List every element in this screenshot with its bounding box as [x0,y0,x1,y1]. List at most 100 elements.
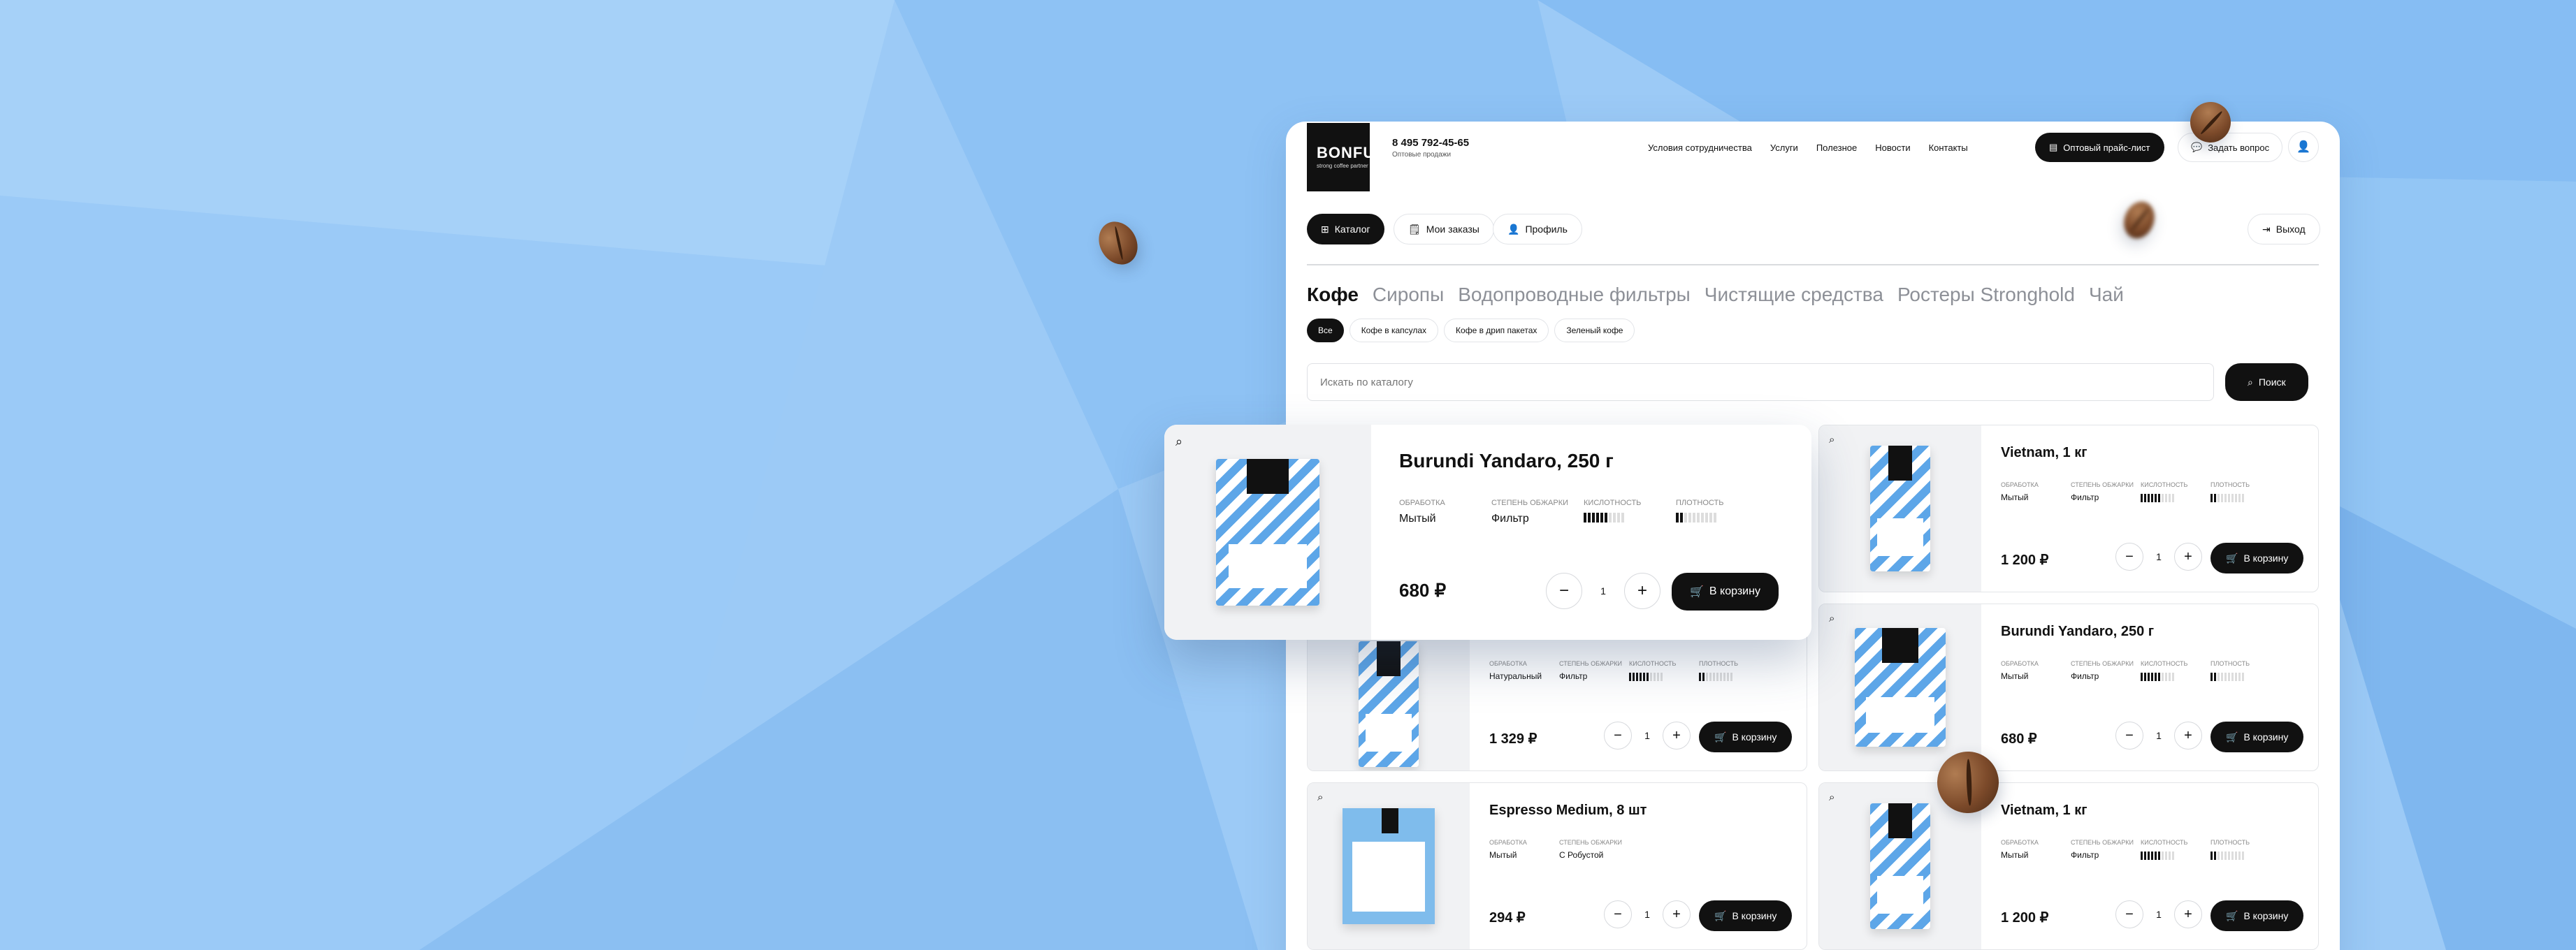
density-bar [1676,513,1768,522]
subcategory-chips: Все Кофе в капсулах Кофе в дрип пакетах … [1307,319,1635,342]
tab-orders-label: Мои заказы [1426,224,1479,235]
product-price: 294 ₽ [1489,910,1526,926]
minus-icon[interactable]: − [2115,543,2143,571]
quantity-stepper: − 1 + [2115,722,2202,750]
product-image[interactable] [1819,425,1981,592]
zoom-icon[interactable]: ⌕ [1829,613,1835,624]
product-card[interactable]: ⌕ Burundi Yandaro, 250 г ОБРАБОТКА Мытый … [1818,604,2319,771]
cart-icon: 🛒 [2226,909,2238,921]
plus-icon[interactable]: + [2174,900,2202,928]
attr-processing: ОБРАБОТКА Натуральный [1489,660,1542,681]
product-image[interactable] [1819,604,1981,770]
quantity-value[interactable]: 1 [1642,909,1653,920]
product-card[interactable]: ⌕ Espresso Medium, 8 шт ОБРАБОТКА Мытый С… [1307,782,1807,950]
category-tabs: Кофе Сиропы Водопроводные фильтры Чистящ… [1307,284,2124,306]
chip-capsules[interactable]: Кофе в капсулах [1349,319,1439,342]
quantity-value[interactable]: 1 [2153,551,2164,562]
tab-catalog[interactable]: ⊞ Каталог [1307,214,1384,244]
chip-drip-bags[interactable]: Кофе в дрип пакетах [1444,319,1549,342]
attr-roast: СТЕПЕНЬ ОБЖАРКИ Фильтр [2071,660,2134,681]
attr-density: ПЛОТНОСТЬ [2210,660,2280,681]
brand-logo[interactable]: BONFUSE strong coffee partner [1307,123,1396,191]
search-button-label: Поиск [2258,377,2286,388]
category-cleaning[interactable]: Чистящие средства [1705,284,1883,306]
attr-roast: СТЕПЕНЬ ОБЖАРКИ Фильтр [2071,839,2134,860]
plus-icon[interactable]: + [1624,573,1660,609]
quantity-value[interactable]: 1 [1598,585,1609,597]
add-to-cart-button[interactable]: 🛒 В корзину [1699,722,1793,752]
cart-icon: 🛒 [2226,731,2238,743]
quantity-value[interactable]: 1 [2153,730,2164,741]
ask-question-button[interactable]: 💬 Задать вопрос [2178,133,2283,162]
featured-product-card[interactable]: ⌕ Burundi Yandaro, 250 г ОБРАБОТКА Мытый … [1164,425,1811,640]
tab-orders[interactable]: 🗒 Мои заказы [1394,214,1494,244]
add-to-cart-button[interactable]: 🛒 В корзину [1672,573,1779,611]
plus-icon[interactable]: + [2174,722,2202,750]
category-syrups[interactable]: Сиропы [1373,284,1444,306]
quantity-value[interactable]: 1 [2153,909,2164,920]
add-to-cart-button[interactable]: 🛒 В корзину [2210,543,2304,573]
zoom-icon[interactable]: ⌕ [1317,791,1323,803]
category-roasters[interactable]: Ростеры Stronghold [1897,284,2075,306]
attr-roast: СТЕПЕНЬ ОБЖАРКИ Фильтр [1559,660,1623,681]
product-image[interactable] [1308,783,1470,949]
product-attributes: ОБРАБОТКА Мытый СТЕПЕНЬ ОБЖАРКИ Фильтр КИС… [1399,499,1768,525]
attr-acidity: КИСЛОТНОСТЬ [2141,839,2210,860]
attr-roast: СТЕПЕНЬ ОБЖАРКИ С Робустой [1559,839,1623,860]
user-button[interactable]: 👤 [2288,131,2319,162]
zoom-icon[interactable]: ⌕ [1175,434,1182,449]
attr-processing: ОБРАБОТКА Мытый [1489,839,1527,860]
category-coffee[interactable]: Кофе [1307,284,1359,306]
add-to-cart-button[interactable]: 🛒 В корзину [2210,900,2304,931]
add-to-cart-button[interactable]: 🛒 В корзину [2210,722,2304,752]
nav-item-services[interactable]: Услуги [1770,142,1798,153]
divider [1307,264,2319,265]
attr-roast: СТЕПЕНЬ ОБЖАРКИ Фильтр [1491,499,1569,525]
product-price: 680 ₽ [1399,580,1447,601]
chat-icon: 💬 [2191,142,2203,152]
tab-catalog-label: Каталог [1334,224,1370,235]
zoom-icon[interactable]: ⌕ [1829,791,1835,803]
pricelist-icon: ▤ [2049,142,2058,152]
tab-profile[interactable]: 👤 Профиль [1493,214,1582,244]
minus-icon[interactable]: − [1604,722,1632,750]
pricelist-button[interactable]: ▤ Оптовый прайс-лист [2035,133,2164,162]
nav-item-contacts[interactable]: Контакты [1929,142,1968,153]
nav-item-useful[interactable]: Полезное [1816,142,1857,153]
density-bar [1699,673,1769,681]
add-to-cart-button[interactable]: 🛒 В корзину [1699,900,1793,931]
density-bar [2210,673,2280,681]
product-card[interactable]: ⌕ Vietnam, 1 кг ОБРАБОТКА Мытый СТЕПЕНЬ О… [1818,782,2319,950]
minus-icon[interactable]: − [2115,900,2143,928]
search-button[interactable]: ⌕ Поиск [2225,363,2308,401]
zoom-icon[interactable]: ⌕ [1829,434,1835,446]
logout-button[interactable]: ⇥ Выход [2248,214,2320,244]
attr-roast: СТЕПЕНЬ ОБЖАРКИ Фильтр [2071,481,2134,502]
quantity-stepper: − 1 + [1546,573,1660,609]
plus-icon[interactable]: + [1663,722,1691,750]
plus-icon[interactable]: + [2174,543,2202,571]
product-image[interactable] [1164,425,1371,640]
search-icon: ⌕ [2248,376,2253,388]
chip-all[interactable]: Все [1307,319,1344,342]
product-attributes: ОБРАБОТКА Мытый СТЕПЕНЬ ОБЖАРКИ Фильтр КИС… [2001,481,2280,502]
plus-icon[interactable]: + [1663,900,1691,928]
phone-number[interactable]: 8 495 792-45-65 [1392,137,1469,149]
quantity-value[interactable]: 1 [1642,730,1653,741]
attr-acidity: КИСЛОТНОСТЬ [1629,660,1699,681]
product-price: 1 200 ₽ [2001,553,2049,568]
search-input[interactable] [1307,363,2214,401]
category-water-filters[interactable]: Водопроводные фильтры [1458,284,1691,306]
minus-icon[interactable]: − [1604,900,1632,928]
minus-icon[interactable]: − [2115,722,2143,750]
attr-density: ПЛОТНОСТЬ [2210,839,2280,860]
minus-icon[interactable]: − [1546,573,1582,609]
product-card[interactable]: ⌕ Vietnam, 1 кг ОБРАБОТКА Мытый СТЕПЕНЬ О… [1818,425,2319,592]
product-price: 1 200 ₽ [2001,910,2049,926]
chip-green-coffee[interactable]: Зеленый кофе [1554,319,1635,342]
category-tea[interactable]: Чай [2089,284,2124,306]
nav-item-news[interactable]: Новости [1875,142,1910,153]
nav-item-terms[interactable]: Условия сотрудничества [1648,142,1752,153]
attr-processing: ОБРАБОТКА Мытый [2001,481,2039,502]
attr-acidity: КИСЛОТНОСТЬ [2141,660,2210,681]
